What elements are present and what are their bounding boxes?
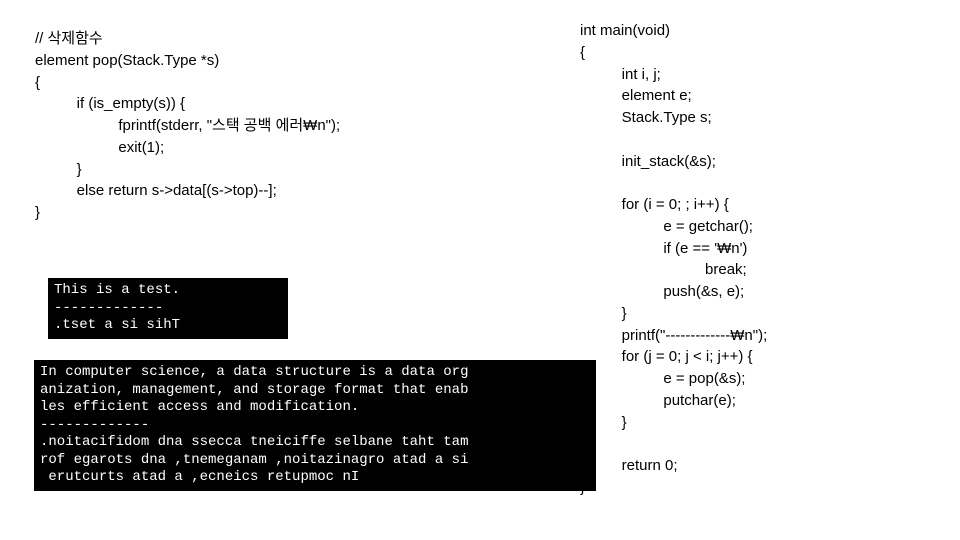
terminal-output-1: This is a test. ------------- .tset a si… [48,278,288,339]
main-function-code: int main(void) { int i, j; element e; St… [580,20,940,499]
left-column: // 삭제함수 element pop(Stack.Type *s) { if … [35,28,575,224]
right-column: int main(void) { int i, j; element e; St… [580,20,940,499]
terminal-output-2: In computer science, a data structure is… [34,360,596,491]
pop-function-code: // 삭제함수 element pop(Stack.Type *s) { if … [35,28,575,224]
